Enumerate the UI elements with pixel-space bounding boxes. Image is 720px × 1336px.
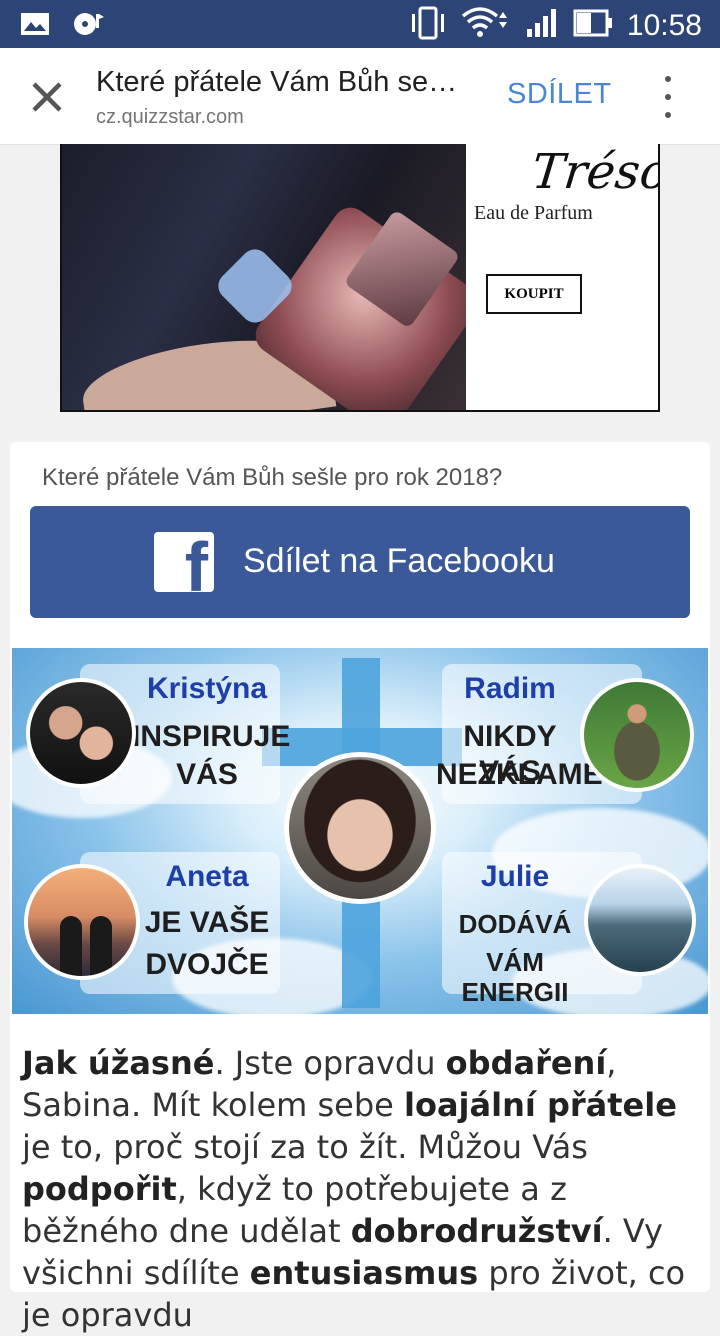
facebook-icon: f xyxy=(154,532,214,592)
page-url: cz.quizzstar.com xyxy=(96,106,244,128)
friend-name: Kristýna xyxy=(146,672,268,705)
close-button[interactable] xyxy=(22,72,72,122)
friend-trait-line2: NEZKLAME xyxy=(436,758,603,791)
quiz-question: Které přátele Vám Bůh sešle pro rok 2018… xyxy=(42,464,503,491)
friend-trait-line1: INSPIRUJE xyxy=(132,720,291,753)
friend-name: Aneta xyxy=(165,860,249,893)
ad-banner[interactable]: Trésor Eau de Parfum KOUPIT xyxy=(60,144,660,412)
friend-name: Julie xyxy=(480,860,550,893)
ad-brand-logo: Trésor xyxy=(529,144,660,200)
close-icon xyxy=(32,82,62,112)
friend-avatar xyxy=(584,864,696,976)
friend-name: Radim xyxy=(464,672,556,705)
emphasis-text: podpořit xyxy=(22,1170,177,1208)
page-title: Které přátele Vám Bůh se… xyxy=(96,66,458,98)
emphasis-text: dobrodružství xyxy=(350,1212,603,1250)
status-bar: 10:58 xyxy=(0,0,720,48)
description-text: . Jste opravdu xyxy=(214,1044,446,1082)
friend-trait-line2: DVOJČE xyxy=(145,948,269,981)
facebook-share-button[interactable]: f Sdílet na Facebooku xyxy=(30,506,690,618)
friend-avatar xyxy=(580,678,694,792)
signal-icon xyxy=(525,7,559,44)
dot-icon xyxy=(665,94,671,100)
emphasis-text: Jak úžasné xyxy=(22,1044,215,1082)
overflow-menu-button[interactable] xyxy=(652,76,684,118)
facebook-share-label: Sdílet na Facebooku xyxy=(243,542,555,580)
emphasis-text: obdaření xyxy=(445,1044,607,1082)
image-icon xyxy=(20,12,50,41)
friend-trait-line1: DODÁVÁ xyxy=(458,909,572,939)
wifi-icon xyxy=(461,6,511,45)
ad-subtitle: Eau de Parfum xyxy=(474,202,593,224)
clock: 10:58 xyxy=(626,8,702,42)
ad-buy-button[interactable]: KOUPIT xyxy=(486,274,582,314)
browser-toolbar: Které přátele Vám Bůh se… cz.quizzstar.c… xyxy=(0,48,720,145)
dot-icon xyxy=(665,76,671,82)
emphasis-text: loajální přátele xyxy=(404,1086,677,1124)
friend-avatar xyxy=(26,678,136,788)
result-description: Jak úžasné. Jste opravdu obdaření, Sabin… xyxy=(22,1042,712,1336)
share-button[interactable]: SDÍLET xyxy=(507,78,612,111)
ad-photo xyxy=(62,144,466,410)
media-icon xyxy=(72,10,106,43)
result-image: Kristýna INSPIRUJE VÁS Radim NIKDY VÁS N… xyxy=(12,648,708,1014)
friend-trait-line2: VÁS xyxy=(176,758,238,791)
emphasis-text: entusiasmus xyxy=(249,1254,479,1292)
user-avatar xyxy=(284,752,436,904)
description-text: je to, proč stojí za to žít. Můžou Vás xyxy=(22,1128,588,1166)
battery-icon xyxy=(573,8,613,43)
friend-trait-line2: VÁM ENERGII xyxy=(461,947,569,1007)
dot-icon xyxy=(665,112,671,118)
friend-trait-line1: JE VAŠE xyxy=(144,906,270,939)
friend-avatar xyxy=(24,864,140,980)
vibrate-icon xyxy=(409,6,447,45)
